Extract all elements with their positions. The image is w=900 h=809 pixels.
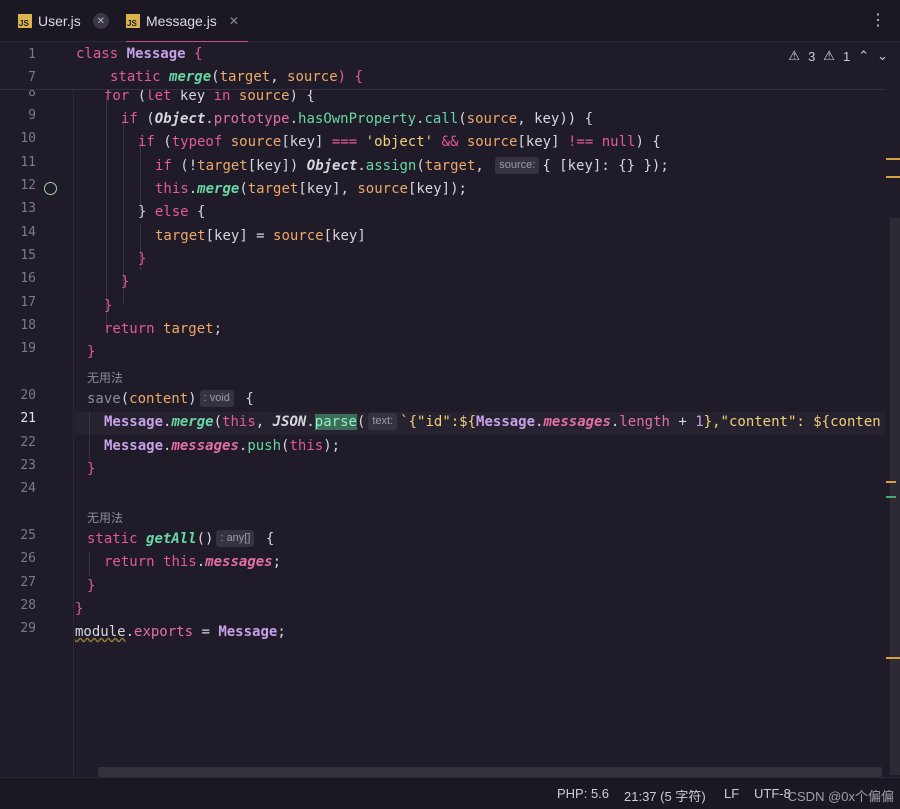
warning-marker[interactable] [886,158,900,160]
line-number: 7 [28,70,36,85]
status-bar: PHP: 5.6 21:37 (5 字符) LF UTF-8 CSDN @0x个… [0,777,900,809]
indent-guide [106,96,107,326]
code-line[interactable]: } [87,575,95,598]
line-number: 22 [20,435,36,450]
tab-label: Message.js [146,13,217,29]
warning-marker[interactable] [886,657,900,659]
code-line[interactable]: target[key] = source[key] [155,225,366,248]
previous-highlight-icon[interactable]: ⌃ [858,48,869,64]
tab-message-js[interactable]: JS Message.js ✕ [126,0,248,43]
warning-marker[interactable] [886,176,900,178]
code-line[interactable]: this.merge(target[key], source[key]); [155,178,467,201]
code-line[interactable]: } [87,341,95,364]
parameter-hint: text: [368,413,398,430]
usage-hint[interactable]: 无用法 [87,369,123,386]
code-line[interactable]: Message.merge(this, JSON.parse(text: `{"i… [104,411,881,434]
weak-warning-icon: ⚠ [823,48,835,63]
close-tab-icon[interactable]: ✕ [92,13,109,29]
line-number: 21 [20,411,36,426]
code-line[interactable]: save(content): void { [87,388,254,411]
code-line[interactable]: return this.messages; [104,551,281,574]
php-language-level[interactable]: PHP: 5.6 [557,786,609,801]
line-number: 20 [20,388,36,403]
line-number: 24 [20,481,36,496]
warning-count: 3 [808,48,816,64]
parameter-hint: source: [495,157,540,174]
line-number: 12 [20,178,36,193]
code-line[interactable]: static merge(target, source) { [110,66,363,89]
code-line[interactable]: module.exports = Message; [75,621,286,644]
line-number: 13 [20,201,36,216]
sticky-scroll-header: 1 class Message { 7 static merge(target,… [0,42,885,90]
code-line[interactable]: return target; [104,318,222,341]
code-line[interactable]: } [75,598,83,621]
line-number: 18 [20,318,36,333]
code-line[interactable]: } else { [138,201,205,224]
editor-tab-bar: JS User.js ✕ JS Message.js ✕ ⋮ [0,0,900,43]
js-file-icon: JS [126,14,140,28]
csdn-watermark: CSDN @0x个偏偏 [787,789,894,804]
tab-label: User.js [38,13,81,29]
line-number: 9 [28,108,36,123]
line-number: 10 [20,131,36,146]
code-line[interactable]: if (!target[key]) Object.assign(target, … [155,155,669,178]
line-number: 17 [20,295,36,310]
line-number: 1 [28,47,36,62]
line-separator[interactable]: LF [724,786,739,801]
return-type-hint: : any[] [216,530,255,547]
close-tab-icon[interactable]: ✕ [229,14,239,28]
usage-hint[interactable]: 无用法 [87,509,123,526]
line-number: 19 [20,341,36,356]
inspection-widget[interactable]: ⚠ 3 ⚠ 1 ⌃ ⌄ [788,48,888,64]
file-encoding[interactable]: UTF-8 [754,786,791,801]
warning-icon: ⚠ [788,48,801,63]
change-marker[interactable] [886,496,896,498]
line-number: 26 [20,551,36,566]
code-line[interactable]: } [138,248,146,271]
tab-user-js[interactable]: JS User.js ✕ [18,0,109,42]
line-number: 25 [20,528,36,543]
weak-warning-count: 1 [842,48,851,64]
line-number: 15 [20,248,36,263]
line-number: 29 [20,621,36,636]
more-options-icon[interactable]: ⋮ [870,10,886,30]
code-line[interactable]: if (Object.prototype.hasOwnProperty.call… [121,108,593,131]
warning-marker[interactable] [886,481,896,483]
code-line[interactable]: } [87,458,95,481]
next-highlight-icon[interactable]: ⌄ [877,48,888,64]
line-number: 14 [20,225,36,240]
code-line[interactable]: class Message { [76,43,202,66]
code-line[interactable]: Message.messages.push(this); [104,435,340,458]
indent-guide [89,551,90,576]
code-line[interactable]: if (typeof source[key] === 'object' && s… [138,131,661,154]
caret-position[interactable]: 21:37 (5 字符) [624,786,706,805]
code-line[interactable]: } [104,295,112,318]
recursive-call-icon[interactable] [44,182,57,195]
js-file-icon: JS [18,14,32,28]
indent-guide [89,411,90,461]
line-number: 28 [20,598,36,613]
line-number: 11 [20,155,36,170]
code-line[interactable]: } [121,271,129,294]
line-number: 27 [20,575,36,590]
line-number: 23 [20,458,36,473]
line-number-gutter[interactable] [0,42,74,777]
horizontal-scrollbar[interactable] [98,767,882,777]
line-number: 16 [20,271,36,286]
return-type-hint: : void [199,390,234,407]
code-line[interactable]: static getAll(): any[] { [87,528,274,551]
